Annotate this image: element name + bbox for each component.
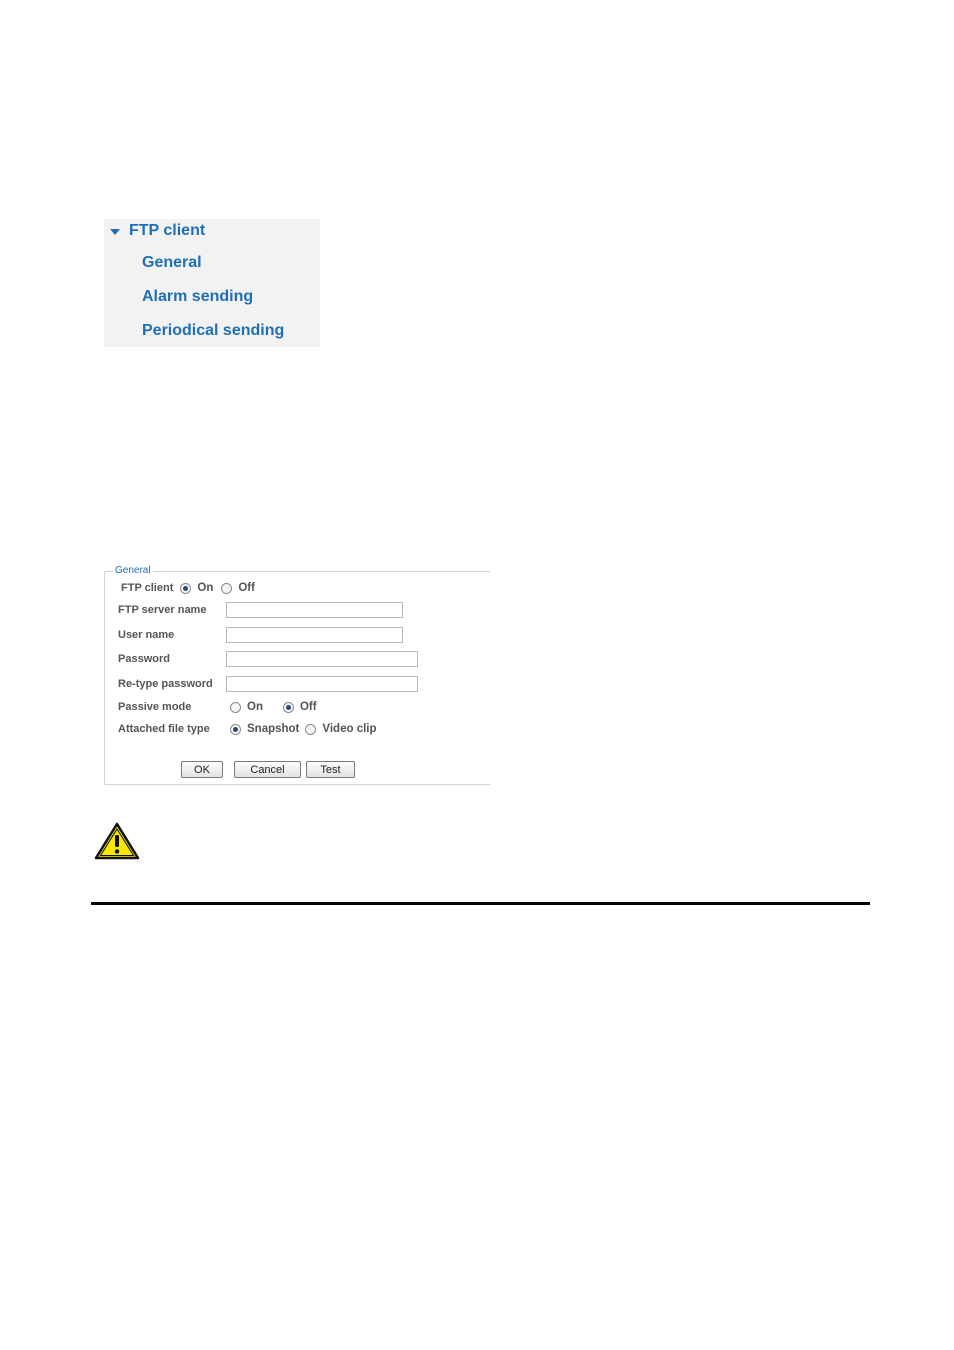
video-clip-label: Video clip <box>322 723 377 735</box>
passive-mode-off-label: Off <box>299 701 317 713</box>
menu-header-ftp-client[interactable]: FTP client <box>110 221 205 241</box>
ftp-client-on-radio[interactable] <box>180 582 192 594</box>
ftp-client-label: FTP client <box>121 582 174 594</box>
caret-down-icon <box>110 228 120 235</box>
user-name-row: User name <box>118 629 174 641</box>
ftp-client-row: FTP client On Off <box>121 582 255 594</box>
ftp-client-menu: FTP client General Alarm sending Periodi… <box>104 219 320 347</box>
user-name-label: User name <box>118 629 175 641</box>
menu-item-alarm-sending[interactable]: Alarm sending <box>142 288 253 306</box>
snapshot-label: Snapshot <box>247 723 300 735</box>
retype-password-input[interactable] <box>226 676 418 692</box>
retype-password-label: Re-type password <box>118 678 213 690</box>
menu-title: FTP client <box>129 222 206 239</box>
test-button[interactable]: Test <box>306 761 355 778</box>
section-divider <box>91 902 870 905</box>
user-name-input[interactable] <box>226 627 403 643</box>
passive-mode-on-label: On <box>247 701 263 713</box>
snapshot-radio[interactable] <box>230 723 241 735</box>
passive-mode-off-radio[interactable] <box>282 701 294 713</box>
file-type-label: Attached file type <box>118 723 210 735</box>
ftp-client-off-radio[interactable] <box>221 582 233 594</box>
cancel-button[interactable]: Cancel <box>234 761 301 778</box>
server-name-label: FTP server name <box>118 604 207 616</box>
retype-password-row: Re-type password <box>118 678 213 690</box>
video-clip-radio[interactable] <box>305 723 317 735</box>
file-type-row: Attached file type Snapshot Video clip <box>118 723 377 735</box>
passive-mode-row: Passive mode On Off <box>118 701 317 713</box>
server-name-row: FTP server name <box>118 604 206 616</box>
panel-legend: General <box>113 565 153 577</box>
ftp-server-name-input[interactable] <box>226 602 403 618</box>
password-input[interactable] <box>226 651 418 667</box>
menu-item-general[interactable]: General <box>142 254 202 272</box>
password-row: Password <box>118 653 170 665</box>
ftp-client-off-label: Off <box>238 582 255 594</box>
passive-mode-label: Passive mode <box>118 701 192 713</box>
passive-mode-on-radio[interactable] <box>230 701 241 713</box>
ok-button[interactable]: OK <box>181 761 223 778</box>
menu-item-periodical-sending[interactable]: Periodical sending <box>142 322 284 340</box>
ftp-client-on-label: On <box>197 582 214 594</box>
password-label: Password <box>118 653 170 665</box>
warning-triangle-icon <box>94 822 140 860</box>
